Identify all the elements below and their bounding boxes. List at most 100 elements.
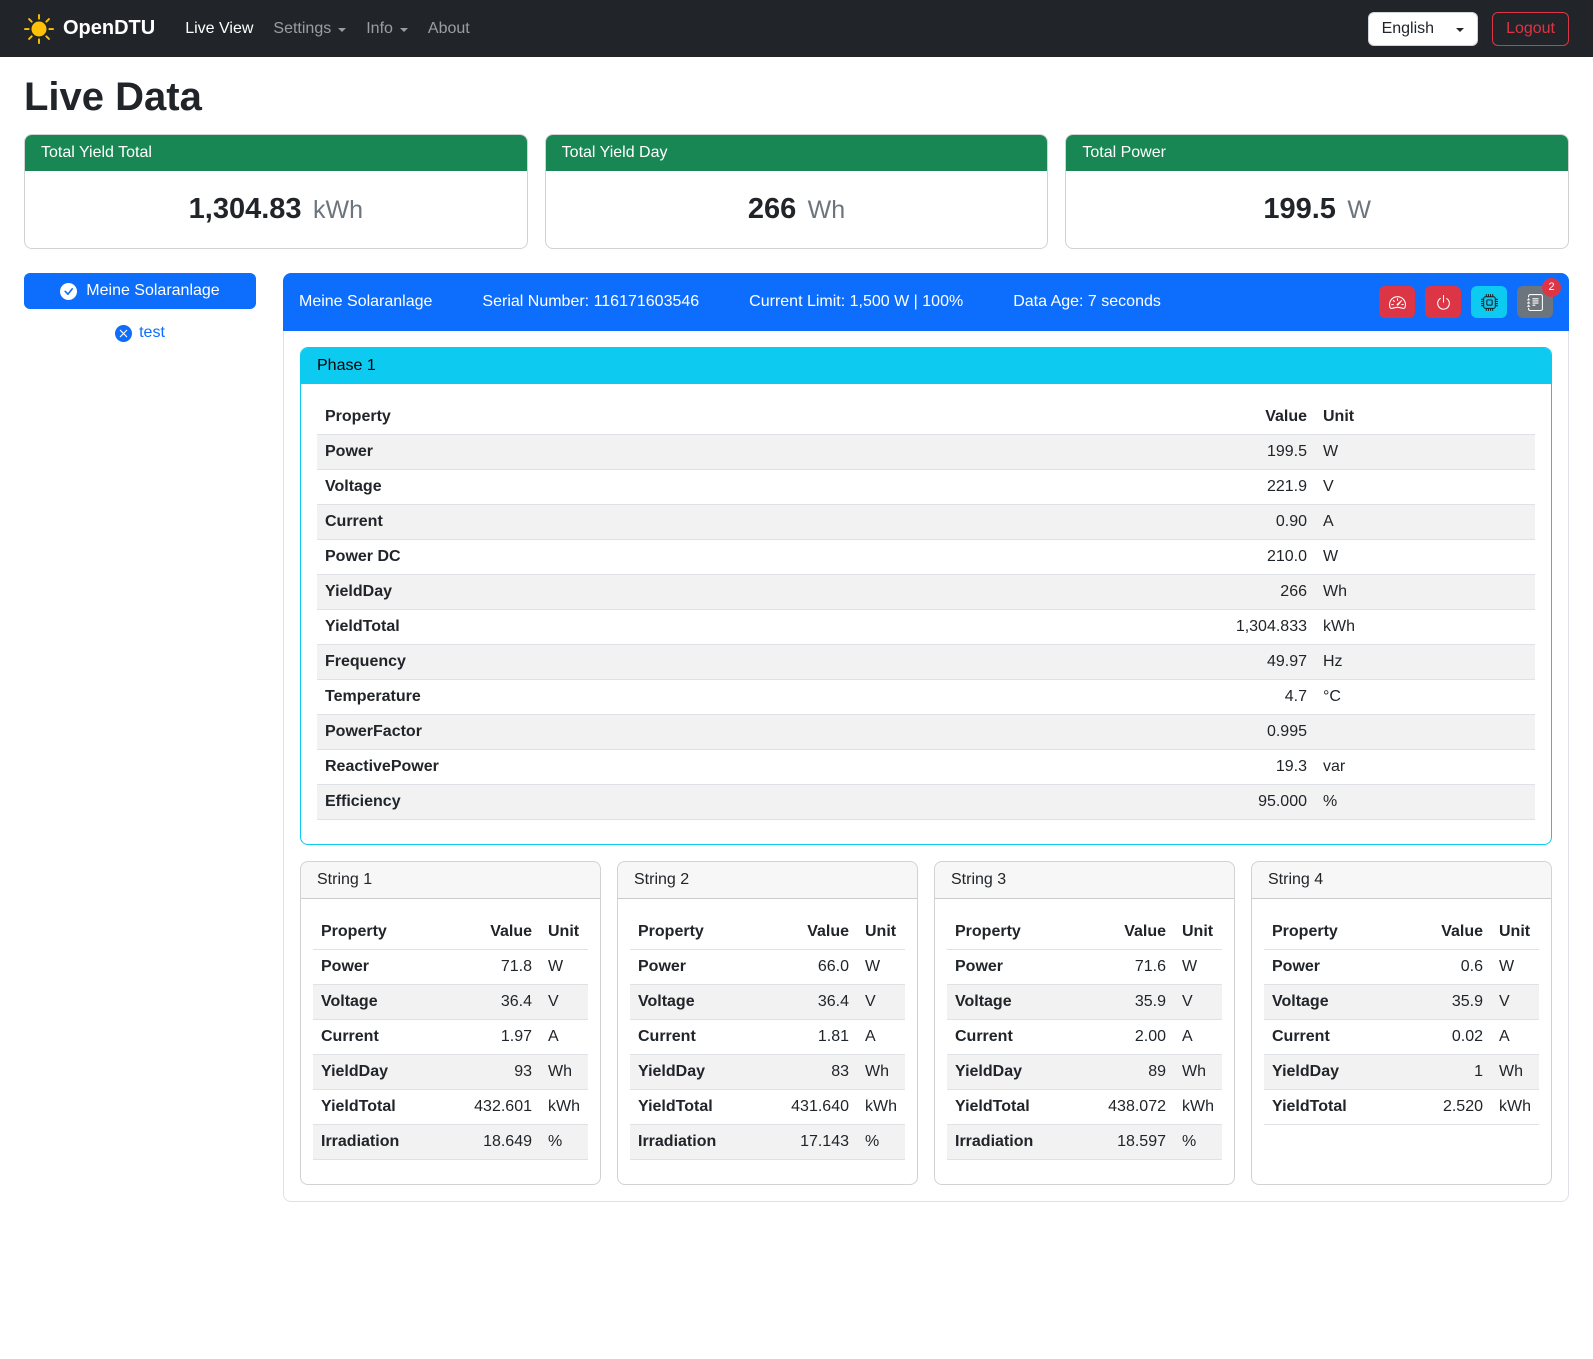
value-cell: 1.97 <box>440 1020 540 1055</box>
nav-info[interactable]: Info <box>356 12 418 46</box>
table-row: PowerFactor 0.995 <box>317 715 1535 750</box>
string-3-table: Property Value Unit Power 71.6 <box>947 915 1222 1160</box>
card-body: 266 Wh <box>546 171 1048 248</box>
table-row: Current 0.90 A <box>317 505 1535 540</box>
power-icon <box>1435 294 1452 311</box>
property-cell: Current <box>947 1020 1074 1055</box>
power-settings-button[interactable] <box>1425 286 1461 318</box>
table-row: Current 1.97 A <box>313 1020 588 1055</box>
total-yield-total-card: Total Yield Total 1,304.83 kWh <box>24 134 528 249</box>
chevron-down-icon <box>1456 28 1464 32</box>
property-cell: YieldTotal <box>317 610 914 645</box>
unit-column-header: Unit <box>1491 915 1539 950</box>
unit-cell: kWh <box>1174 1090 1222 1125</box>
property-cell: Voltage <box>947 985 1074 1020</box>
string-2-card: String 2 Property Value Unit <box>617 861 918 1185</box>
sidebar-item-inverter[interactable]: Meine Solaranlage <box>24 273 256 309</box>
table-row: Voltage 221.9 V <box>317 470 1535 505</box>
device-info-button[interactable] <box>1471 286 1507 318</box>
property-cell: Power <box>947 950 1074 985</box>
journal-icon <box>1527 294 1544 311</box>
sidebar-item-test[interactable]: test <box>24 324 256 342</box>
inverter-sidebar: Meine Solaranlage test <box>24 273 256 342</box>
unit-cell: Wh <box>1315 575 1535 610</box>
table-row: Power 66.0 W <box>630 950 905 985</box>
unit-column-header: Unit <box>857 915 905 950</box>
check-circle-icon <box>60 283 77 300</box>
unit-cell: kWh <box>540 1090 588 1125</box>
unit-cell: V <box>1491 985 1539 1020</box>
value-column-header: Value <box>757 915 857 950</box>
event-log-button[interactable]: 2 <box>1517 286 1553 318</box>
property-cell: Power <box>313 950 440 985</box>
table-row: Irradiation 18.649 % <box>313 1125 588 1160</box>
limit-settings-button[interactable] <box>1379 286 1415 318</box>
unit-cell: % <box>540 1125 588 1160</box>
unit-cell: A <box>1491 1020 1539 1055</box>
value-cell: 49.97 <box>914 645 1315 680</box>
property-column-header: Property <box>1264 915 1403 950</box>
value-cell: 210.0 <box>914 540 1315 575</box>
unit-column-header: Unit <box>1174 915 1222 950</box>
unit-cell: °C <box>1315 680 1535 715</box>
total-power-value: 199.5 <box>1263 193 1336 225</box>
chevron-down-icon <box>338 28 346 32</box>
nav-live-view[interactable]: Live View <box>175 12 263 46</box>
unit-cell <box>1315 715 1535 750</box>
phase-card: Phase 1 Property Value Unit <box>300 347 1552 845</box>
property-cell: PowerFactor <box>317 715 914 750</box>
logout-button[interactable]: Logout <box>1492 12 1569 46</box>
inverter-name: Meine Solaranlage <box>299 293 432 311</box>
nav-settings[interactable]: Settings <box>263 12 356 46</box>
table-row: Voltage 36.4 V <box>313 985 588 1020</box>
total-yield-day-card: Total Yield Day 266 Wh <box>545 134 1049 249</box>
table-row: YieldTotal 2.520 kWh <box>1264 1090 1539 1125</box>
table-row: Efficiency 95.000 % <box>317 785 1535 820</box>
string-3-card: String 3 Property Value Unit <box>934 861 1235 1185</box>
table-row: Power 0.6 W <box>1264 950 1539 985</box>
total-power-unit: W <box>1347 196 1371 224</box>
string-card-body: Property Value Unit Power 0.6 <box>1252 899 1551 1184</box>
table-row: Current 2.00 A <box>947 1020 1222 1055</box>
unit-cell: Wh <box>1174 1055 1222 1090</box>
value-cell: 17.143 <box>757 1125 857 1160</box>
table-row: Voltage 35.9 V <box>947 985 1222 1020</box>
unit-cell: W <box>540 950 588 985</box>
card-body: 199.5 W <box>1066 171 1568 248</box>
property-cell: YieldTotal <box>1264 1090 1403 1125</box>
language-select[interactable]: English <box>1368 12 1478 46</box>
unit-cell: A <box>1315 505 1535 540</box>
navbar-right: English Logout <box>1368 12 1569 46</box>
property-cell: Current <box>1264 1020 1403 1055</box>
string-4-table: Property Value Unit Power 0.6 <box>1264 915 1539 1125</box>
table-row: YieldDay 89 Wh <box>947 1055 1222 1090</box>
value-cell: 1 <box>1403 1055 1491 1090</box>
unit-cell: % <box>857 1125 905 1160</box>
value-cell: 0.90 <box>914 505 1315 540</box>
inverter-panel-body: Phase 1 Property Value Unit <box>283 331 1569 1202</box>
value-cell: 93 <box>440 1055 540 1090</box>
value-cell: 95.000 <box>914 785 1315 820</box>
property-cell: Voltage <box>313 985 440 1020</box>
property-column-header: Property <box>317 400 914 435</box>
property-cell: Irradiation <box>630 1125 757 1160</box>
table-row: YieldTotal 431.640 kWh <box>630 1090 905 1125</box>
unit-cell: % <box>1174 1125 1222 1160</box>
sun-icon <box>24 14 54 44</box>
unit-cell: A <box>857 1020 905 1055</box>
value-cell: 0.6 <box>1403 950 1491 985</box>
total-yield-total-value: 1,304.83 <box>189 193 302 225</box>
value-cell: 221.9 <box>914 470 1315 505</box>
table-row: Temperature 4.7 °C <box>317 680 1535 715</box>
value-column-header: Value <box>1074 915 1174 950</box>
cpu-icon <box>1481 294 1498 311</box>
nav-about[interactable]: About <box>418 12 480 46</box>
card-header: Total Power <box>1066 135 1568 171</box>
unit-cell: Hz <box>1315 645 1535 680</box>
brand[interactable]: OpenDTU <box>24 14 155 44</box>
property-cell: YieldDay <box>1264 1055 1403 1090</box>
value-cell: 35.9 <box>1074 985 1174 1020</box>
table-header-row: Property Value Unit <box>313 915 588 950</box>
inverter-panel: Meine Solaranlage Serial Number: 1161716… <box>283 273 1569 1202</box>
unit-cell: W <box>1315 435 1535 470</box>
